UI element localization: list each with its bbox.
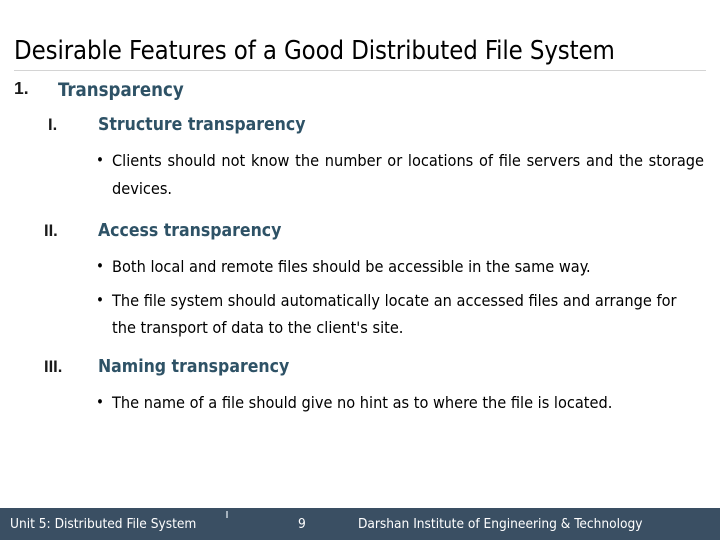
- bullet-text: Clients should not know the number or lo…: [112, 151, 704, 198]
- footer-divider-tick: [226, 511, 228, 518]
- bullet-text: Both local and remote files should be ac…: [112, 257, 591, 276]
- title-divider: [14, 70, 706, 71]
- page-title: Desirable Features of a Good Distributed…: [14, 36, 615, 67]
- bullet-dot-icon: •: [96, 290, 104, 309]
- subsection-heading-structure-transparency: Structure transparency: [98, 115, 306, 135]
- list-marker-1: 1.: [14, 78, 29, 98]
- bullet-item: • Clients should not know the number or …: [0, 147, 720, 202]
- slide-canvas: Desirable Features of a Good Distributed…: [0, 0, 720, 540]
- list-marker-roman-ii: II.: [44, 222, 58, 240]
- outline-item-level1: 1. Transparency: [0, 78, 720, 104]
- slide-body: 1. Transparency I. Structure transparenc…: [0, 78, 720, 422]
- bullet-text: The file system should automatically loc…: [112, 290, 677, 338]
- list-marker-roman-i: I.: [48, 116, 58, 134]
- outline-item-naming-transparency: III. Naming transparency: [0, 354, 720, 380]
- subsection-heading-access-transparency: Access transparency: [98, 221, 282, 241]
- slide-footer: Unit 5: Distributed File System 9 Darsha…: [0, 508, 720, 540]
- outline-item-structure-transparency: I. Structure transparency: [0, 112, 720, 138]
- bullet-dot-icon: •: [96, 151, 104, 169]
- section-heading-transparency: Transparency: [58, 80, 184, 101]
- outline-item-access-transparency: II. Access transparency: [0, 218, 720, 244]
- bullet-item: • The file system should automatically l…: [0, 287, 720, 342]
- bullet-item: • Both local and remote files should be …: [0, 253, 720, 281]
- footer-unit-label: Unit 5: Distributed File System: [10, 516, 197, 532]
- bullet-text: The name of a file should give no hint a…: [112, 392, 613, 412]
- bullet-item: • The name of a file should give no hint…: [0, 389, 720, 417]
- subsection-heading-naming-transparency: Naming transparency: [98, 356, 290, 377]
- bullet-dot-icon: •: [96, 392, 104, 411]
- footer-page-number: 9: [298, 516, 306, 532]
- bullet-dot-icon: •: [96, 257, 104, 275]
- list-marker-roman-iii: III.: [44, 357, 63, 376]
- footer-institute-label: Darshan Institute of Engineering & Techn…: [358, 516, 643, 532]
